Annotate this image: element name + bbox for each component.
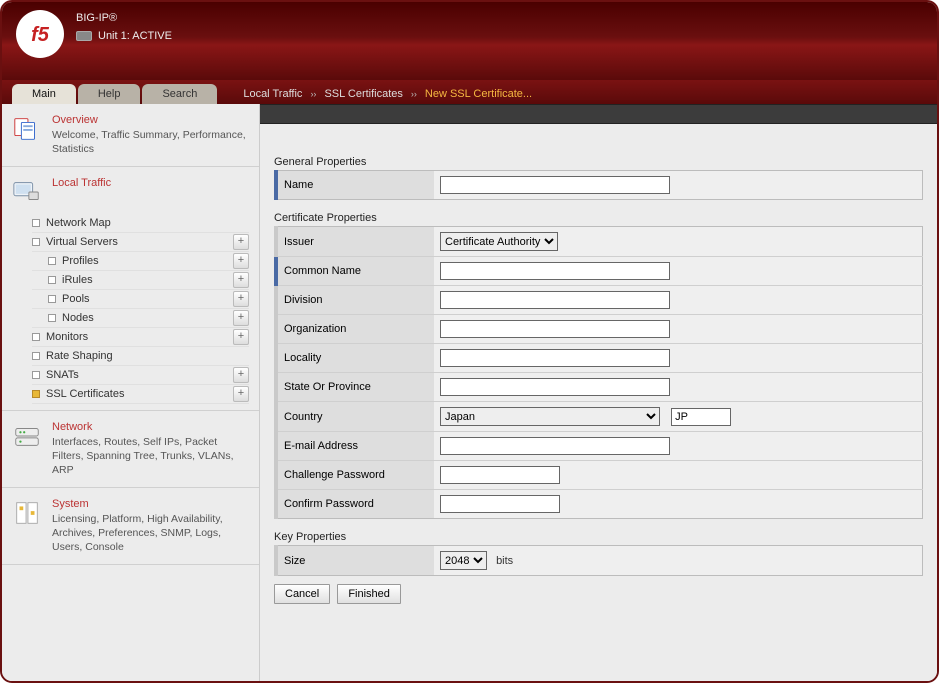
- sidebar-network[interactable]: Network Interfaces, Routes, Self IPs, Pa…: [2, 411, 259, 488]
- chevron-right-icon: ››: [411, 89, 417, 99]
- breadcrumb-ssl-certificates[interactable]: SSL Certificates: [324, 88, 402, 100]
- overview-icon: [12, 114, 44, 156]
- name-label: Name: [276, 171, 434, 200]
- plus-icon[interactable]: +: [233, 253, 249, 269]
- nav-ssl-certificates[interactable]: SSL Certificates+: [32, 385, 249, 404]
- nav-rate-shaping[interactable]: Rate Shaping: [32, 347, 249, 366]
- svg-text:f5: f5: [31, 24, 50, 46]
- certificate-properties-title: Certificate Properties: [274, 212, 923, 224]
- certificate-properties-table: Issuer Certificate Authority Common Name…: [274, 226, 923, 519]
- breadcrumb: Local Traffic ›› SSL Certificates ›› New…: [243, 84, 532, 104]
- confirm-password-label: Confirm Password: [276, 490, 434, 519]
- local-traffic-nav: Network Map Virtual Servers+ Profiles+ i…: [32, 214, 249, 404]
- button-row: Cancel Finished: [274, 584, 923, 604]
- system-title: System: [52, 498, 249, 510]
- tab-row: Main Help Search Local Traffic ›› SSL Ce…: [2, 80, 937, 104]
- overview-title: Overview: [52, 114, 249, 126]
- network-title: Network: [52, 421, 249, 433]
- confirm-password-input[interactable]: [440, 495, 560, 513]
- tab-help[interactable]: Help: [78, 84, 141, 104]
- nav-network-map[interactable]: Network Map: [32, 214, 249, 233]
- plus-icon[interactable]: +: [233, 291, 249, 307]
- app-frame: f5 BIG-IP® Unit 1: ACTIVE Main Help Sear…: [0, 0, 939, 683]
- locality-input[interactable]: [440, 349, 670, 367]
- header: f5 BIG-IP® Unit 1: ACTIVE: [2, 2, 937, 80]
- plus-icon[interactable]: +: [233, 310, 249, 326]
- general-properties-title: General Properties: [274, 156, 923, 168]
- finished-button[interactable]: Finished: [337, 584, 401, 604]
- key-properties-title: Key Properties: [274, 531, 923, 543]
- system-desc: Licensing, Platform, High Availability, …: [52, 512, 249, 554]
- chevron-right-icon: ››: [310, 89, 316, 99]
- product-name: BIG-IP®: [76, 10, 172, 26]
- general-properties-table: Name: [274, 170, 923, 200]
- common-name-label: Common Name: [276, 257, 434, 286]
- organization-input[interactable]: [440, 320, 670, 338]
- state-label: State Or Province: [276, 373, 434, 402]
- sidebar-local-traffic: Local Traffic Network Map Virtual Server…: [2, 167, 259, 411]
- email-input[interactable]: [440, 437, 670, 455]
- local-traffic-icon: [12, 177, 44, 210]
- plus-icon[interactable]: +: [233, 272, 249, 288]
- nav-monitors[interactable]: Monitors+: [32, 328, 249, 347]
- breadcrumb-local-traffic[interactable]: Local Traffic: [243, 88, 302, 100]
- system-icon: [12, 498, 44, 554]
- breadcrumb-current: New SSL Certificate...: [425, 88, 532, 100]
- state-input[interactable]: [440, 378, 670, 396]
- tab-search[interactable]: Search: [142, 84, 217, 104]
- country-select[interactable]: Japan: [440, 407, 660, 426]
- key-properties-table: Size 2048 bits: [274, 545, 923, 576]
- email-label: E-mail Address: [276, 432, 434, 461]
- network-desc: Interfaces, Routes, Self IPs, Packet Fil…: [52, 435, 249, 477]
- local-traffic-title: Local Traffic: [52, 177, 249, 189]
- plus-icon[interactable]: +: [233, 367, 249, 383]
- nav-snats[interactable]: SNATs+: [32, 366, 249, 385]
- size-suffix: bits: [496, 555, 513, 567]
- division-input[interactable]: [440, 291, 670, 309]
- country-code-input[interactable]: [671, 408, 731, 426]
- plus-icon[interactable]: +: [233, 386, 249, 402]
- cancel-button[interactable]: Cancel: [274, 584, 330, 604]
- issuer-select[interactable]: Certificate Authority: [440, 232, 558, 251]
- size-select[interactable]: 2048: [440, 551, 487, 570]
- country-label: Country: [276, 402, 434, 432]
- nav-nodes[interactable]: Nodes+: [32, 309, 249, 328]
- main-panel: General Properties Name Certificate Prop…: [260, 104, 937, 681]
- sidebar-overview[interactable]: Overview Welcome, Traffic Summary, Perfo…: [2, 104, 259, 167]
- name-input[interactable]: [440, 176, 670, 194]
- nav-profiles[interactable]: Profiles+: [32, 252, 249, 271]
- nav-pools[interactable]: Pools+: [32, 290, 249, 309]
- common-name-input[interactable]: [440, 262, 670, 280]
- sidebar: Overview Welcome, Traffic Summary, Perfo…: [2, 104, 260, 681]
- nav-virtual-servers[interactable]: Virtual Servers+: [32, 233, 249, 252]
- unit-status: Unit 1: ACTIVE: [98, 28, 172, 44]
- division-label: Division: [276, 286, 434, 315]
- f5-logo: f5: [16, 10, 64, 58]
- challenge-password-label: Challenge Password: [276, 461, 434, 490]
- issuer-label: Issuer: [276, 227, 434, 257]
- locality-label: Locality: [276, 344, 434, 373]
- unit-icon: [76, 31, 92, 41]
- organization-label: Organization: [276, 315, 434, 344]
- challenge-password-input[interactable]: [440, 466, 560, 484]
- sidebar-system[interactable]: System Licensing, Platform, High Availab…: [2, 488, 259, 565]
- nav-irules[interactable]: iRules+: [32, 271, 249, 290]
- size-label: Size: [276, 546, 434, 576]
- tab-main[interactable]: Main: [12, 84, 76, 104]
- network-icon: [12, 421, 44, 477]
- section-bar: [260, 104, 937, 124]
- plus-icon[interactable]: +: [233, 234, 249, 250]
- overview-desc: Welcome, Traffic Summary, Performance, S…: [52, 128, 249, 156]
- plus-icon[interactable]: +: [233, 329, 249, 345]
